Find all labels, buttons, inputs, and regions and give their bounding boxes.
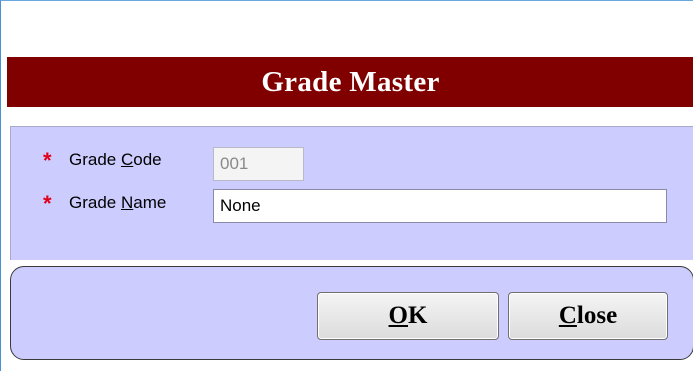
grade-name-row: * Grade Name [11,189,693,228]
grade-code-field[interactable] [213,147,304,181]
close-button[interactable]: Close [508,292,668,340]
button-panel: OK Close [10,266,693,360]
grade-code-row: * Grade Code [11,147,693,185]
grade-name-label: Grade Name [69,193,167,212]
grade-master-window: Grade Master * Grade Code * Grade Name O… [0,0,693,371]
dialog-title: Grade Master [7,57,693,107]
required-star-icon: * [43,148,52,173]
form-panel: * Grade Code * Grade Name [10,126,693,260]
ok-button[interactable]: OK [317,292,499,340]
grade-code-label: Grade Code [69,150,162,169]
dialog-title-text: Grade Master [261,65,440,98]
grade-name-field[interactable] [213,189,667,223]
required-star-icon: * [43,191,52,216]
